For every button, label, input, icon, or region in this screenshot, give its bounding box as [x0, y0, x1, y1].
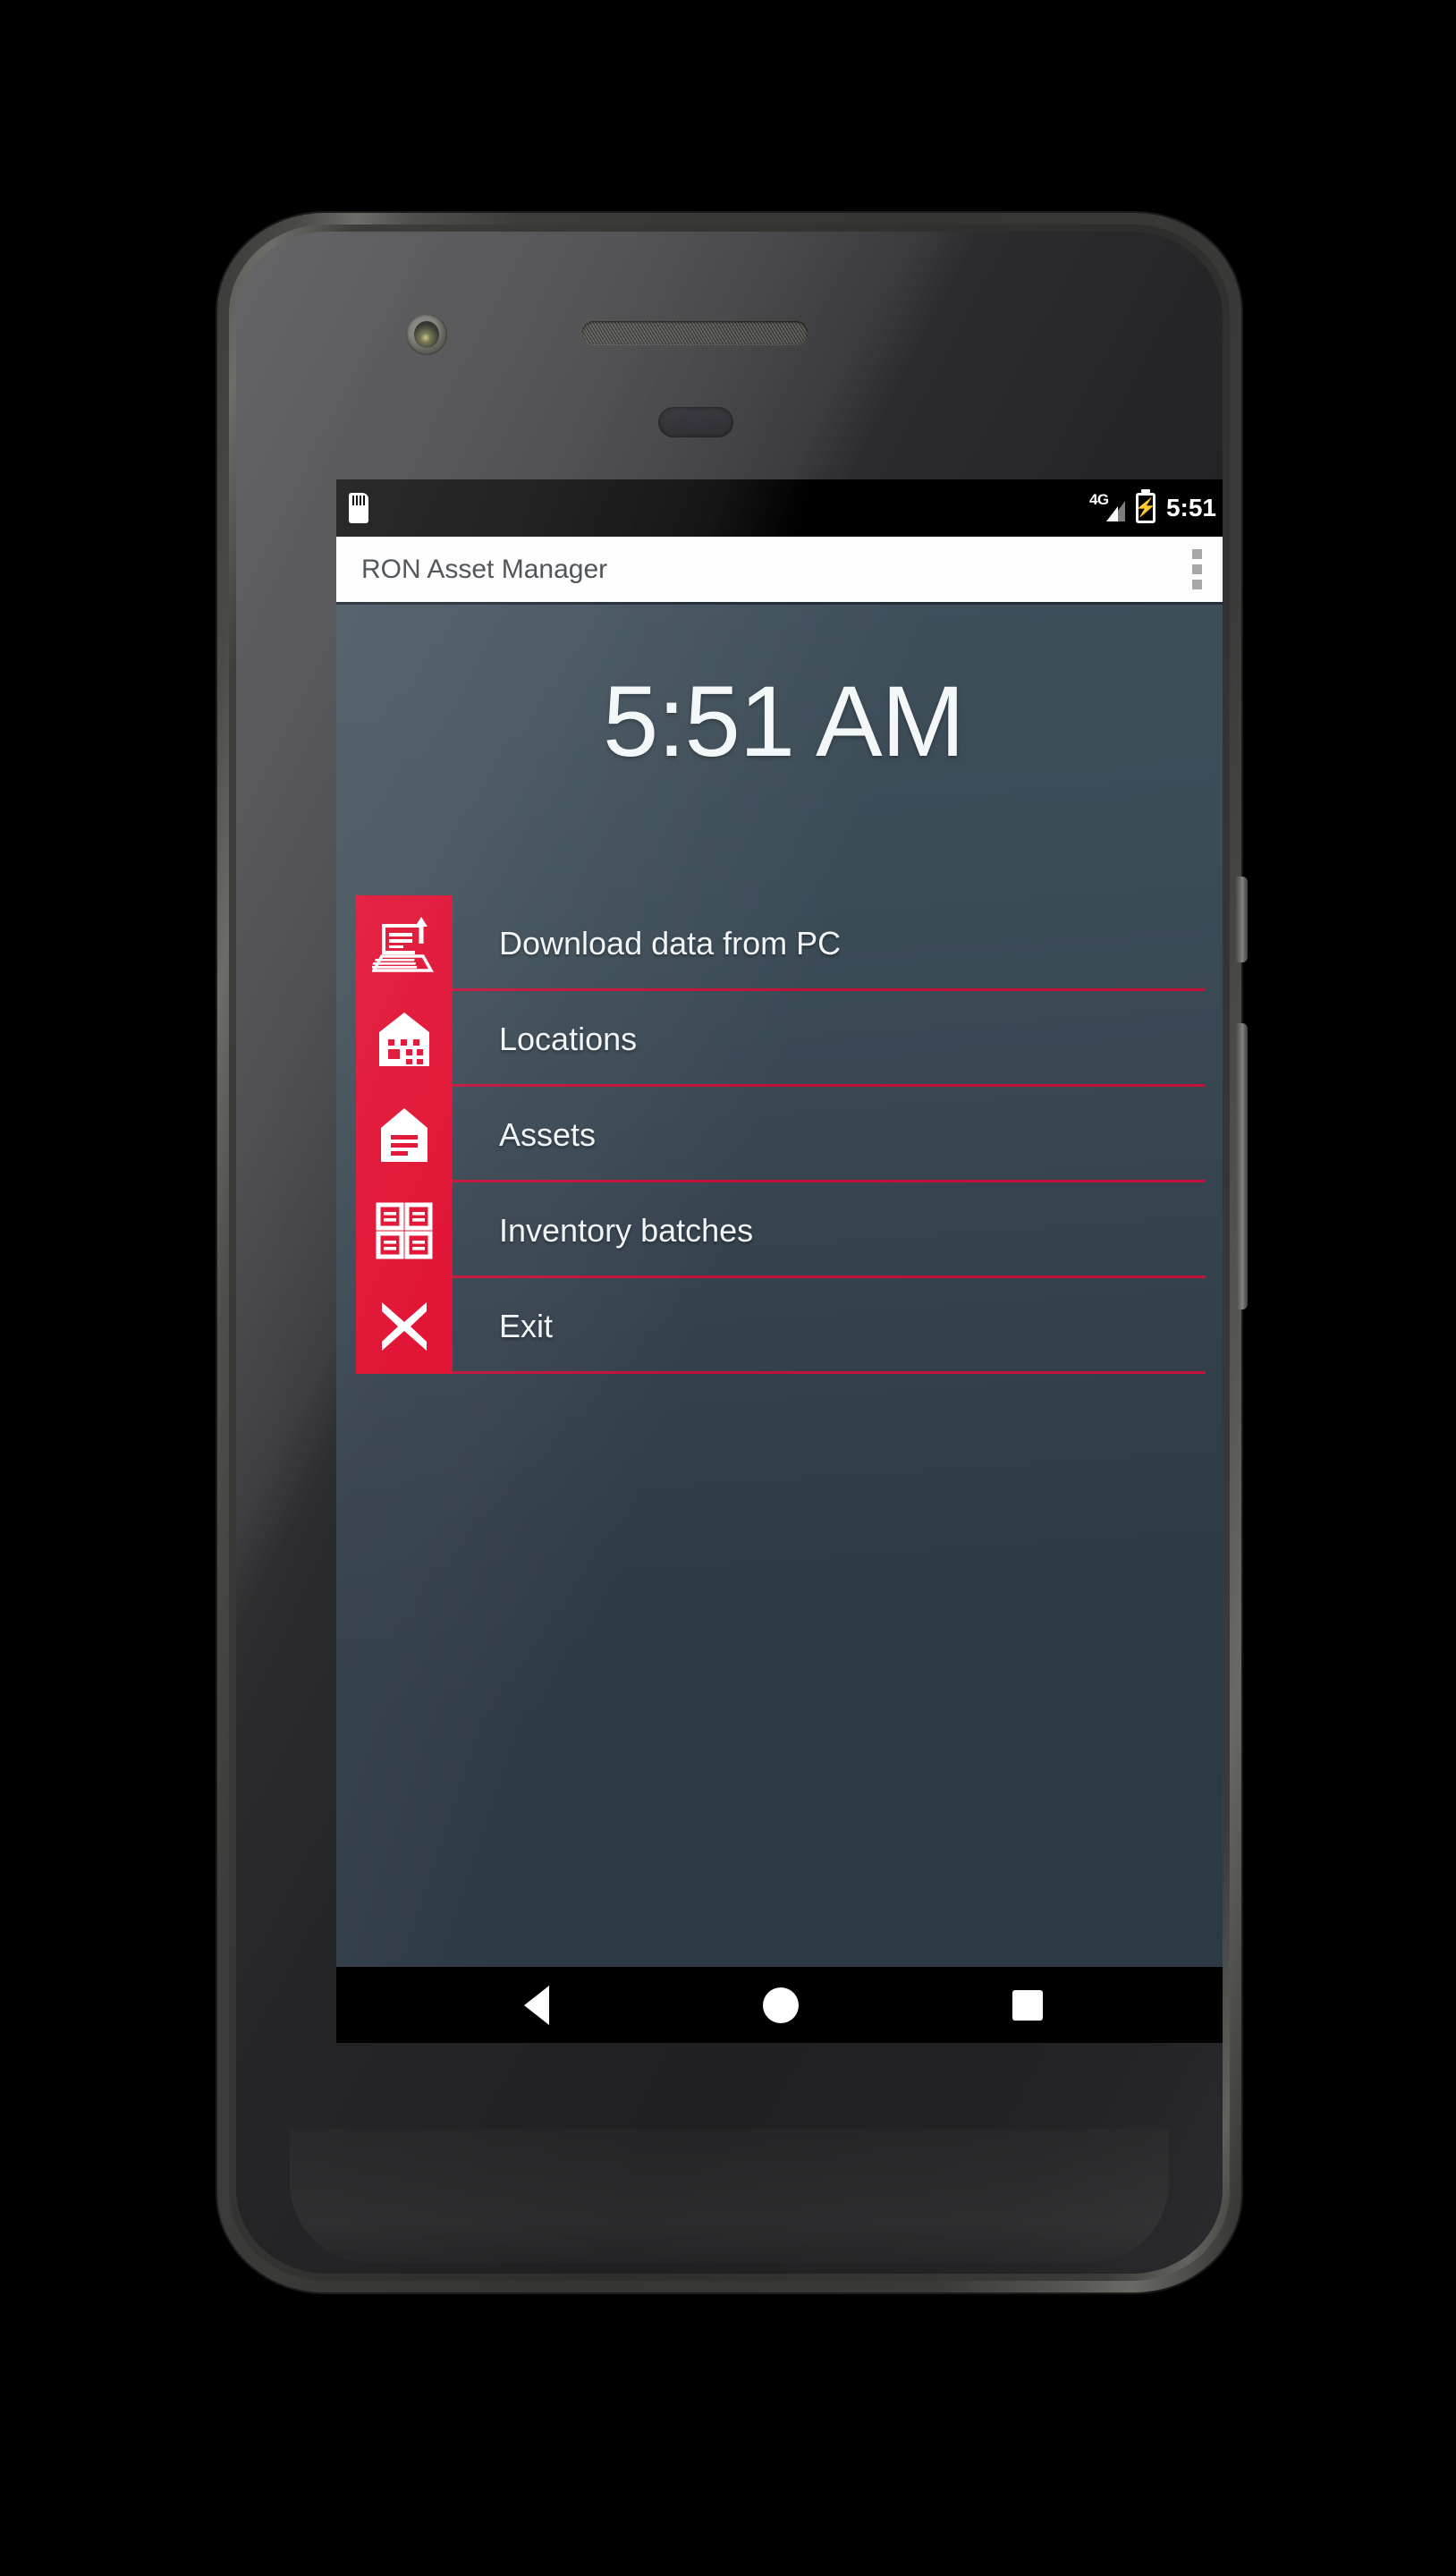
phone-device: 4G ⚡ 5:51 RON Asset Manager 5:51 AM Down… — [217, 213, 1248, 2292]
recents-icon[interactable] — [1012, 1989, 1044, 2021]
menu-icon-box — [356, 1182, 453, 1278]
menu-item-download-data-from-pc[interactable]: Download data from PC — [336, 895, 1223, 991]
home-icon[interactable] — [762, 1987, 799, 2023]
main-menu-list: Download data from PC Locations Assets I… — [336, 895, 1223, 1374]
proximity-sensor — [658, 407, 733, 437]
front-camera-icon — [406, 314, 447, 355]
battery-charging-icon: ⚡ — [1134, 493, 1157, 523]
menu-item-label: Assets — [499, 1115, 597, 1153]
laptop-upload-icon — [372, 916, 434, 972]
building-icon — [379, 1012, 429, 1066]
close-x-icon — [382, 1301, 427, 1351]
menu-label-wrap: Exit — [453, 1278, 1223, 1374]
menu-icon-box — [356, 991, 453, 1087]
overflow-dot-1 — [1192, 549, 1202, 559]
battery-bolt-glyph: ⚡ — [1134, 498, 1157, 518]
menu-item-assets[interactable]: Assets — [336, 1087, 1223, 1182]
menu-item-label: Exit — [499, 1307, 554, 1344]
status-bar-clock: 5:51 — [1165, 494, 1216, 521]
menu-icon-box — [356, 1278, 453, 1374]
sd-card-icon — [349, 493, 368, 523]
menu-item-locations[interactable]: Locations — [336, 991, 1223, 1087]
menu-item-label: Inventory batches — [499, 1211, 754, 1249]
clock-display: 5:51 AM — [603, 665, 965, 777]
app-content: 5:51 AM Download data from PC Locations … — [336, 605, 1223, 1967]
asset-tag-icon — [381, 1107, 427, 1162]
status-bar: 4G ⚡ 5:51 — [336, 479, 1223, 537]
menu-icon-box — [356, 1087, 453, 1182]
phone-bezel: 4G ⚡ 5:51 RON Asset Manager 5:51 AM Down… — [229, 225, 1230, 2281]
menu-item-label: Download data from PC — [499, 924, 842, 962]
overflow-dot-2 — [1192, 564, 1202, 574]
power-button[interactable] — [1236, 877, 1248, 962]
volume-rocker-button[interactable] — [1236, 1023, 1248, 1309]
phone-bottom-chin — [290, 2129, 1169, 2263]
menu-label-wrap: Assets — [453, 1087, 1223, 1182]
overflow-dot-3 — [1192, 580, 1202, 589]
back-icon[interactable] — [523, 1985, 549, 2025]
menu-label-wrap: Download data from PC — [453, 895, 1223, 991]
menu-icon-box — [356, 895, 453, 991]
menu-label-wrap: Locations — [453, 991, 1223, 1087]
app-title: RON Asset Manager — [361, 554, 608, 584]
status-bar-right: 4G ⚡ 5:51 — [1089, 491, 1216, 523]
grid-documents-icon — [376, 1202, 433, 1258]
menu-label-wrap: Inventory batches — [453, 1182, 1223, 1278]
menu-item-exit[interactable]: Exit — [336, 1278, 1223, 1374]
phone-screen: 4G ⚡ 5:51 RON Asset Manager 5:51 AM Down… — [336, 479, 1223, 2043]
signal-triangle-fill — [1105, 506, 1118, 521]
menu-item-label: Locations — [499, 1020, 638, 1057]
phone-face: 4G ⚡ 5:51 RON Asset Manager 5:51 AM Down… — [236, 232, 1223, 2274]
signal-bars-icon: 4G — [1089, 491, 1125, 523]
app-bar: RON Asset Manager — [336, 537, 1223, 605]
navigation-bar — [336, 1967, 1223, 2043]
overflow-menu-icon[interactable] — [1183, 544, 1211, 595]
menu-item-inventory-batches[interactable]: Inventory batches — [336, 1182, 1223, 1278]
earpiece-speaker — [582, 321, 808, 344]
status-bar-left — [349, 493, 368, 523]
menu-divider — [453, 1371, 1206, 1374]
